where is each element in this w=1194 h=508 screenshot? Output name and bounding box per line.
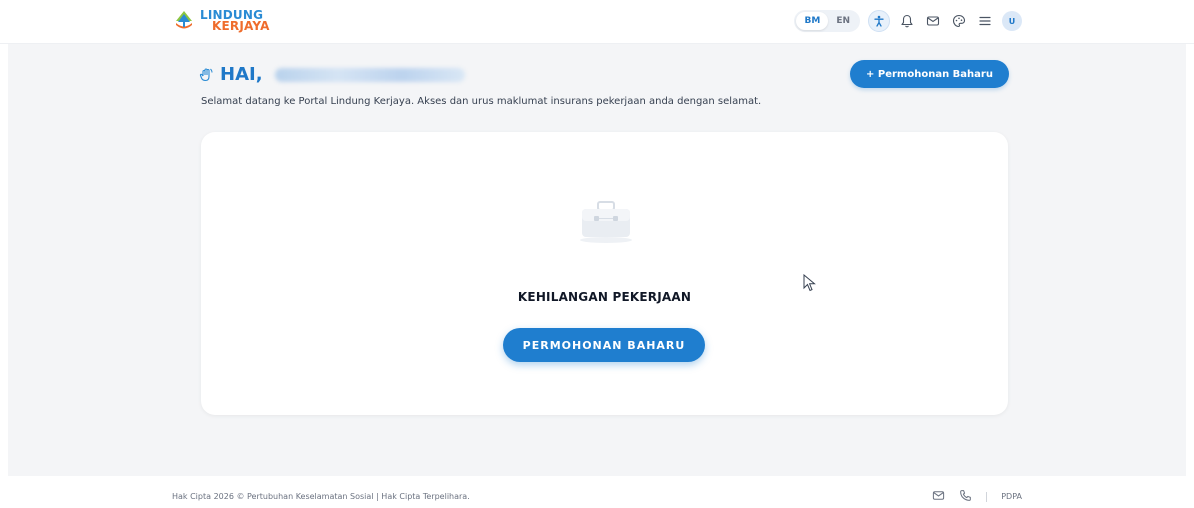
accessibility-icon[interactable] xyxy=(868,10,890,32)
page-footer: Hak Cipta 2026 © Pertubuhan Keselamatan … xyxy=(0,476,1194,508)
wave-hand-icon xyxy=(199,67,213,81)
lindung-kerjaya-logo[interactable]: LINDUNG KERJAYA xyxy=(172,6,270,36)
lang-bm-button[interactable]: BM xyxy=(796,12,829,30)
copyright-text: Hak Cipta 2026 © Pertubuhan Keselamatan … xyxy=(172,492,470,501)
logo-text-line2: KERJAYA xyxy=(212,19,270,33)
top-header: LINDUNG KERJAYA BM EN U xyxy=(0,0,1194,44)
user-avatar[interactable]: U xyxy=(1002,11,1022,31)
bell-icon[interactable] xyxy=(898,12,916,30)
blurred-user-name xyxy=(274,67,465,82)
menu-icon[interactable] xyxy=(976,12,994,30)
lang-en-button[interactable]: EN xyxy=(828,12,858,30)
greeting: HAI, xyxy=(198,64,465,85)
mouse-cursor-icon xyxy=(803,274,816,292)
phone-icon[interactable] xyxy=(959,487,972,506)
footer-links: PDPA xyxy=(932,487,1022,506)
briefcase-icon xyxy=(580,201,632,243)
new-application-card-button[interactable]: PERMOHONAN BAHARU xyxy=(503,328,705,362)
header-toolbar: BM EN U xyxy=(794,8,1022,34)
footer-divider xyxy=(986,491,988,502)
welcome-subtitle: Selamat datang ke Portal Lindung Kerjaya… xyxy=(201,96,762,107)
job-loss-card: KEHILANGAN PEKERJAAN PERMOHONAN BAHARU xyxy=(201,132,1008,415)
pdpa-link[interactable]: PDPA xyxy=(1001,492,1022,501)
mail-icon[interactable] xyxy=(924,12,942,30)
logo-mark-icon xyxy=(176,11,192,29)
language-toggle: BM EN xyxy=(794,10,860,32)
mail-icon[interactable] xyxy=(932,487,945,506)
main-content: HAI, Selamat datang ke Portal Lindung Ke… xyxy=(8,44,1186,476)
new-application-button[interactable]: + Permohonan Baharu xyxy=(850,60,1009,88)
greeting-label: HAI, xyxy=(220,64,263,85)
card-title: KEHILANGAN PEKERJAAN xyxy=(517,290,692,304)
palette-icon[interactable] xyxy=(950,12,968,30)
